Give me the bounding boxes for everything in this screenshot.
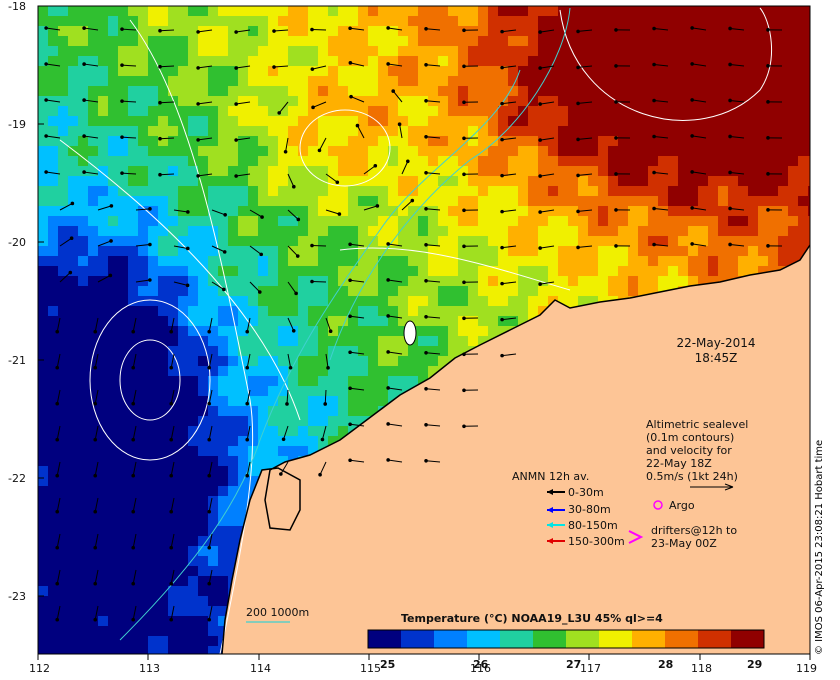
lon-label: 115 <box>360 662 381 675</box>
mooring-legend-item: 80-150m <box>568 519 618 532</box>
altimetry-line: 0.5m/s (1kt 24h) <box>646 470 738 483</box>
mooring-legend-item: 150-300m <box>568 535 625 548</box>
lat-label: -18 <box>8 0 26 13</box>
mooring-legend-title: ANMN 12h av. <box>512 470 590 483</box>
timestamp-time: 18:45Z <box>694 351 738 365</box>
timestamp: 22-May-2014 18:45Z <box>661 336 771 366</box>
lat-label: -20 <box>8 236 26 249</box>
lat-label: -22 <box>8 472 26 485</box>
coastal-lake <box>403 320 417 346</box>
lat-label: -21 <box>8 354 26 367</box>
altimetry-line: 22-May 18Z <box>646 457 712 470</box>
bathymetry-label: 200 1000m <box>246 606 310 619</box>
mooring-legend-item: 0-30m <box>568 486 604 499</box>
timestamp-date: 22-May-2014 <box>676 336 756 350</box>
argo-label: Argo <box>669 499 695 512</box>
altimetry-line: and velocity for <box>646 444 732 457</box>
lon-label: 117 <box>580 662 601 675</box>
altimetry-line: (0.1m contours) <box>646 431 735 444</box>
colorbar-tick: 29 <box>747 658 763 671</box>
credit-text: © IMOS 06-Apr-2015 23:08:21 Hobart time <box>814 439 825 655</box>
mooring-legend-item: 30-80m <box>568 503 611 516</box>
colorbar-tick: 28 <box>658 658 674 671</box>
lon-label: 119 <box>796 662 817 675</box>
lat-label: -23 <box>8 590 26 603</box>
drifter-label: drifters@12h to 23-May 00Z <box>651 524 737 550</box>
drifter-line: drifters@12h to <box>651 524 738 537</box>
colorbar-title: Temperature (°C) NOAA19_L3U 45% ql>=4 <box>401 612 663 625</box>
drifter-line: 23-May 00Z <box>651 537 717 550</box>
lat-label: -19 <box>8 118 26 131</box>
lon-label: 112 <box>29 662 50 675</box>
colorbar-tick: 25 <box>380 658 396 671</box>
lon-label: 118 <box>691 662 712 675</box>
lon-label: 114 <box>250 662 271 675</box>
altimetry-note: Altimetric sealevel (0.1m contours) and … <box>646 418 748 483</box>
colorbar <box>368 630 765 648</box>
colorbar-tick: 26 <box>473 658 489 671</box>
colorbar-tick: 27 <box>566 658 582 671</box>
altimetry-line: Altimetric sealevel <box>646 418 749 431</box>
lon-label: 113 <box>139 662 160 675</box>
